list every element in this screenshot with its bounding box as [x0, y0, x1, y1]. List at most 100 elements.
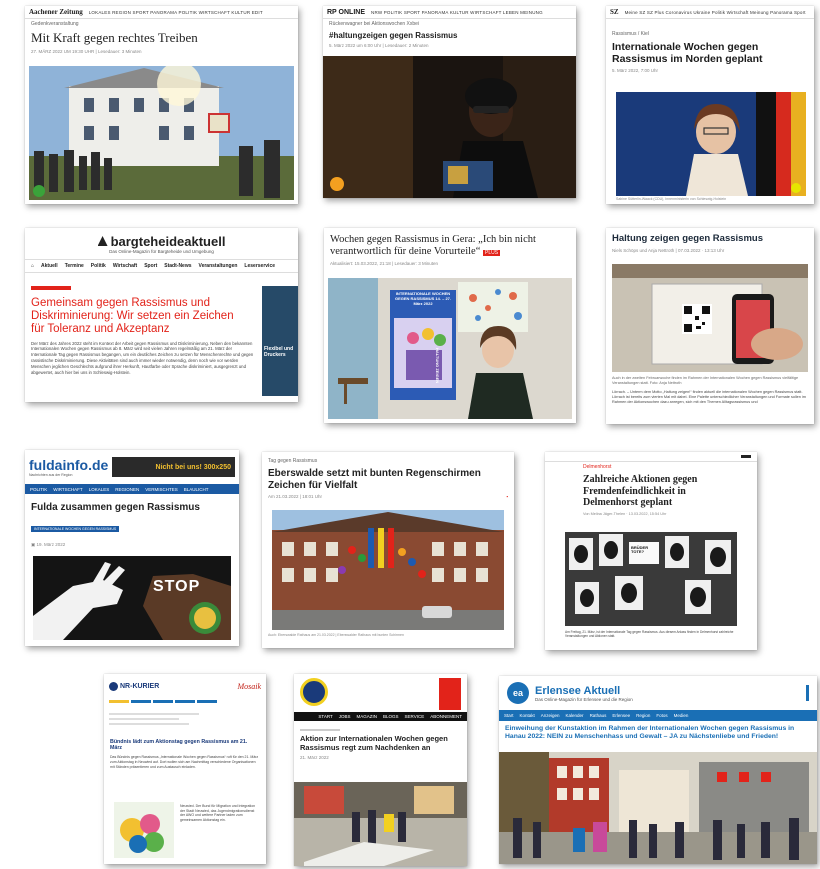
- article-photo: STOP: [33, 556, 231, 640]
- site-logo-badge: [300, 678, 328, 706]
- article-meta: 21. März 2022: [300, 755, 329, 761]
- article-kicker: Rassismus / Kiel: [612, 31, 649, 37]
- article-meta: Von Melina Jäger-Thelen · 13.03.2022, 15…: [583, 511, 667, 516]
- category-badge: [31, 286, 71, 290]
- site-header: Aachener Zeitung LOKALES REGION SPORT PA…: [25, 6, 298, 19]
- article-headline[interactable]: Internationale Wochen gegen Rassismus im…: [606, 39, 814, 67]
- article-kicker: Tag gegen Rassismus: [268, 458, 318, 464]
- article-headline[interactable]: Bündnis lädt zum Aktionstag gegen Rassis…: [104, 727, 266, 753]
- article-card-delmenhorst[interactable]: Delmenhorst Zahlreiche Aktionen gegen Fr…: [545, 452, 757, 650]
- article-headline[interactable]: Wochen gegen Rassismus in Gera: „Ich bin…: [324, 228, 576, 260]
- article-headline[interactable]: #haltungzeigen gegen Rassismus: [323, 29, 576, 42]
- site-header: RP ONLINE NRW POLITIK SPORT PANORAMA KUL…: [323, 6, 576, 19]
- nav-item-fotos[interactable]: Fotos: [656, 713, 667, 718]
- topic-tag[interactable]: INTERNATIONALE WOCHEN GEGEN RASSISMUS: [31, 525, 120, 532]
- nav-item-blogs[interactable]: BLOGS: [383, 714, 399, 719]
- nav-item-abonnement[interactable]: ABONNEMENT: [430, 714, 462, 719]
- article-headline[interactable]: Aktion zur Internationalen Wochen gegen …: [294, 733, 467, 754]
- article-card-aktion[interactable]: START JOBS MAGAZIN BLOGS SERVICE ABONNEM…: [294, 674, 467, 866]
- article-card-aachener[interactable]: Aachener Zeitung LOKALES REGION SPORT PA…: [25, 6, 298, 204]
- article-headline[interactable]: Zahlreiche Aktionen gegen Fremdenfeindli…: [545, 472, 757, 511]
- nav-item-medien[interactable]: Medien: [674, 713, 689, 718]
- nav-item-leserservice[interactable]: Leserservice: [244, 263, 275, 269]
- nav-item-jobs[interactable]: JOBS: [339, 714, 351, 719]
- article-meta: 27. MÄRZ 2022 UM 19:30 UHR | Lesedauer: …: [31, 48, 142, 54]
- article-card-erlensee[interactable]: ea Erlensee Aktuell Das Online-Magazin f…: [499, 676, 817, 864]
- nav-item-lokales[interactable]: LOKALES: [89, 487, 110, 492]
- article-headline[interactable]: Eberswalde setzt mit bunten Regenschirme…: [262, 466, 514, 493]
- nav-item-politik[interactable]: Politik: [91, 263, 106, 269]
- nav-tab[interactable]: [109, 700, 129, 703]
- main-nav[interactable]: NRW POLITIK SPORT PANORAMA KULTUR WIRTSC…: [371, 10, 543, 15]
- header-ad-banner[interactable]: Nicht bei uns! 300x250: [112, 457, 235, 477]
- article-headline[interactable]: Fulda zusammen gegen Rassismus: [25, 494, 239, 516]
- photo-illustration: [114, 802, 174, 858]
- site-logo: bargteheideaktuell: [110, 233, 226, 249]
- article-card-bargteheide[interactable]: bargteheideaktuell Das Online-Magazin fü…: [25, 228, 298, 402]
- nav-item-kontakt[interactable]: Kontakt: [520, 713, 535, 718]
- site-header: SZ Meine SZ SZ Plus Coronavirus Ukraine …: [606, 6, 814, 19]
- nav-item-magazin[interactable]: MAGAZIN: [357, 714, 378, 719]
- nav-item-kalender[interactable]: Kalender: [566, 713, 584, 718]
- article-kicker: Delmenhorst: [583, 464, 612, 470]
- nav-item-erlensee[interactable]: Erlensee: [612, 713, 630, 718]
- article-photo: [612, 264, 808, 372]
- protest-sign-text: BRÜDER TOTE?: [631, 545, 649, 555]
- nav-tab[interactable]: [175, 700, 195, 703]
- nav-item-wirtschaft[interactable]: Wirtschaft: [113, 263, 137, 269]
- article-card-sz[interactable]: SZ Meine SZ SZ Plus Coronavirus Ukraine …: [606, 6, 814, 204]
- article-card-gera[interactable]: Wochen gegen Rassismus in Gera: „Ich bin…: [324, 228, 576, 423]
- comment-icon[interactable]: ▪: [506, 494, 508, 499]
- article-card-haltung[interactable]: Haltung zeigen gegen Rassismus Niels Sch…: [606, 228, 814, 424]
- article-headline[interactable]: Einweihung der Kunstaktion im Rahmen der…: [499, 721, 817, 743]
- site-logo: RP ONLINE: [327, 8, 365, 16]
- nav-item-region[interactable]: Region: [636, 713, 650, 718]
- article-card-rponline[interactable]: RP ONLINE NRW POLITIK SPORT PANORAMA KUL…: [323, 6, 576, 198]
- article-meta: ▣ 19. März 2022: [25, 536, 239, 549]
- sidebar-ad[interactable]: Flexibel und Druckers: [262, 286, 298, 396]
- poster-title: INTERNATIONALE WOCHEN GEGEN RASSISMUS 14…: [394, 291, 452, 306]
- article-card-eberswalde[interactable]: Tag gegen Rassismus Eberswalde setzt mit…: [262, 452, 514, 648]
- nav-item-anzeigen[interactable]: Anzeigen: [541, 713, 560, 718]
- partner-logo: Mosaik: [237, 681, 261, 691]
- nav-item-blaulicht[interactable]: BLAULICHT: [184, 487, 209, 492]
- nav-item-vermischtes[interactable]: VERMISCHTES: [145, 487, 178, 492]
- article-photo: [114, 802, 174, 858]
- nav-item-start[interactable]: START: [318, 714, 332, 719]
- home-icon[interactable]: ⌂: [31, 263, 34, 269]
- article-meta: Aktualisiert: 15.03.2022, 21:18 | Leseda…: [330, 261, 438, 267]
- article-photo: BRÜDER TOTE?: [565, 532, 737, 626]
- nav-tab[interactable]: [197, 700, 217, 703]
- site-header: ea Erlensee Aktuell Das Online-Magazin f…: [499, 676, 817, 710]
- nav-item-termine[interactable]: Termine: [65, 263, 84, 269]
- side-ad-strip[interactable]: [439, 678, 461, 710]
- article-photo: [323, 56, 576, 198]
- nav-item-service[interactable]: SERVICE: [405, 714, 425, 719]
- article-headline[interactable]: Mit Kraft gegen rechtes Treiben: [25, 29, 298, 48]
- nav-item-veranstaltungen[interactable]: Veranstaltungen: [199, 263, 238, 269]
- nav-item-aktuell[interactable]: Aktuell: [41, 263, 58, 269]
- nav-tab[interactable]: [131, 700, 151, 703]
- nav-item-rathaus[interactable]: Rathaus: [590, 713, 607, 718]
- main-nav[interactable]: Meine SZ SZ Plus Coronavirus Ukraine Pol…: [625, 10, 806, 15]
- nav-item-start[interactable]: Start: [504, 713, 514, 718]
- article-card-fuldainfo[interactable]: fuldainfo.de Nachrichten aus der Region …: [25, 450, 239, 646]
- photo-illustration: [499, 752, 817, 864]
- account-icon[interactable]: [741, 455, 751, 458]
- headline-text: Wochen gegen Rassismus in Gera: „Ich bin…: [330, 234, 536, 258]
- nav-tab[interactable]: [153, 700, 173, 703]
- article-photo: [272, 510, 504, 630]
- nav-item-politik[interactable]: POLITIK: [30, 487, 47, 492]
- nav-item-stadt-news[interactable]: Stadt-News: [164, 263, 191, 269]
- date-text: Am 21.03.2022 | 18:01 Uhr: [268, 494, 322, 499]
- article-headline[interactable]: Gemeinsam gegen Rassismus und Diskrimini…: [25, 295, 255, 339]
- article-card-nnkurier[interactable]: NR-KURIER Mosaik Bündnis lädt zum Aktion…: [104, 674, 266, 864]
- site-header: bargteheideaktuell Das Online-Magazin fü…: [25, 228, 298, 260]
- article-headline[interactable]: Haltung zeigen gegen Rassismus: [606, 228, 814, 247]
- nav-item-sport[interactable]: Sport: [144, 263, 157, 269]
- nav-item-regionen[interactable]: REGIONEN: [115, 487, 139, 492]
- nav-item-wirtschaft[interactable]: WIRTSCHAFT: [53, 487, 82, 492]
- main-nav: Start Kontakt Anzeigen Kalender Rathaus …: [499, 710, 817, 721]
- site-subtitle: Nachrichten aus der Region: [29, 473, 73, 477]
- main-nav[interactable]: LOKALES REGION SPORT PANORAMA POLITIK WI…: [89, 10, 263, 15]
